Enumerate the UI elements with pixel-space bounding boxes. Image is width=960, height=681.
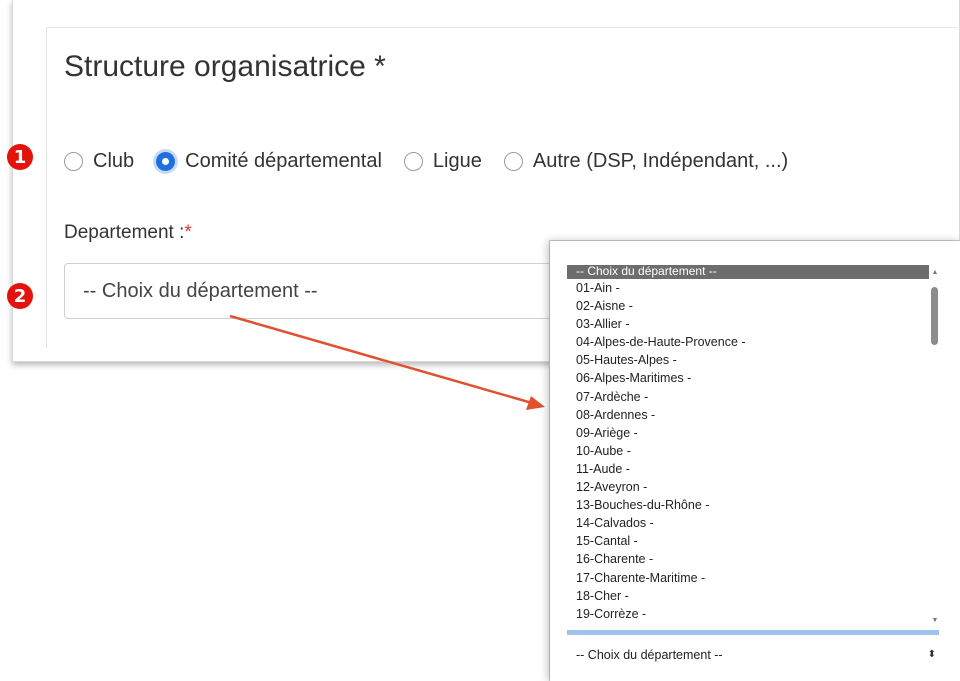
dropdown-option[interactable]: 09-Ariège -	[567, 424, 929, 442]
dropdown-option[interactable]: 16-Charente -	[567, 550, 929, 568]
department-label-text: Departement :	[64, 222, 185, 243]
arrow-head	[526, 396, 545, 410]
radio-autre[interactable]	[503, 151, 523, 171]
scroll-down-arrow-icon[interactable]: ▼	[931, 617, 939, 625]
dropdown-option[interactable]: 11-Aude -	[567, 460, 929, 478]
radio-label-club[interactable]: Club	[93, 150, 134, 173]
card-top-rule	[46, 27, 960, 28]
dropdown-option[interactable]: 12-Aveyron -	[567, 478, 929, 496]
dropdown-option[interactable]: 07-Ardèche -	[567, 388, 929, 406]
required-asterisk: *	[184, 222, 192, 243]
scroll-thumb[interactable]	[931, 287, 938, 345]
mini-select-value: -- Choix du département --	[576, 648, 723, 662]
card-left-rule	[46, 28, 47, 348]
dropdown-option[interactable]: 02-Aisne -	[567, 297, 929, 315]
mini-department-select[interactable]: -- Choix du département -- ⬍	[576, 644, 938, 666]
radio-comite-departemental[interactable]	[156, 151, 176, 171]
dropdown-option[interactable]: 06-Alpes-Maritimes -	[567, 369, 929, 387]
radio-label-ligue[interactable]: Ligue	[433, 150, 482, 173]
radio-label-autre[interactable]: Autre (DSP, Indépendant, ...)	[533, 150, 788, 173]
radio-ligue[interactable]	[403, 151, 423, 171]
dropdown-option-selected[interactable]: -- Choix du département --	[567, 265, 929, 279]
radio-label-comite-departemental[interactable]: Comité départemental	[185, 150, 382, 173]
dropdown-option[interactable]: 13-Bouches-du-Rhône -	[567, 496, 929, 514]
dropdown-option[interactable]: 15-Cantal -	[567, 532, 929, 550]
department-select-value: -- Choix du département --	[83, 280, 318, 302]
dropdown-option[interactable]: 14-Calvados -	[567, 514, 929, 532]
dropdown-option[interactable]: 01-Ain -	[567, 279, 929, 297]
dropdown-focus-divider	[567, 630, 939, 635]
dropdown-option[interactable]: 17-Charente-Maritime -	[567, 569, 929, 587]
department-label: Departement :*	[64, 222, 192, 244]
dropdown-option[interactable]: 18-Cher -	[567, 587, 929, 605]
dropdown-option[interactable]: 03-Allier -	[567, 315, 929, 333]
department-dropdown-popup: -- Choix du département -- 01-Ain -02-Ais…	[550, 241, 960, 681]
step-marker-2: 2	[7, 283, 33, 309]
dropdown-scrollbar[interactable]: ▲ ▼	[930, 265, 940, 627]
department-options-list: -- Choix du département -- 01-Ain -02-Ais…	[567, 265, 929, 627]
dropdown-option[interactable]: 05-Hautes-Alpes -	[567, 351, 929, 369]
radio-club[interactable]	[64, 151, 83, 171]
select-caret-icon: ⬍	[927, 649, 936, 660]
dropdown-option[interactable]: 19-Corrèze -	[567, 605, 929, 623]
dropdown-option[interactable]: 08-Ardennes -	[567, 406, 929, 424]
step-marker-1: 1	[7, 144, 33, 170]
section-title: Structure organisatrice *	[64, 50, 386, 83]
structure-radio-group: Club Comité départemental Ligue Autre (D…	[64, 143, 810, 179]
dropdown-option[interactable]: 04-Alpes-de-Haute-Provence -	[567, 333, 929, 351]
scroll-up-arrow-icon[interactable]: ▲	[931, 269, 939, 277]
dropdown-option[interactable]: 10-Aube -	[567, 442, 929, 460]
